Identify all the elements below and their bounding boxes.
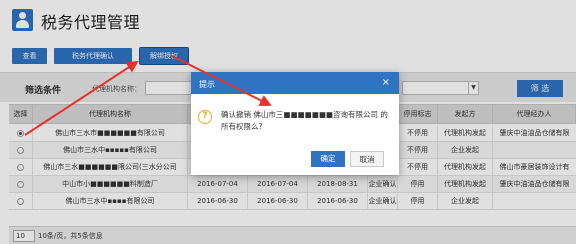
dialog-message: 确认撤销 佛山市三■■■■■■■咨询有限公司 的所有权限么?: [221, 110, 388, 131]
close-icon[interactable]: ×: [382, 77, 390, 88]
dialog-title: 提示: [199, 80, 215, 89]
dialog-header: 提示 ×: [191, 72, 399, 94]
question-icon: ?: [198, 110, 212, 124]
confirm-dialog: 提示 × ? 确认撤销 佛山市三■■■■■■■咨询有限公司 的所有权限么? 确定…: [191, 72, 399, 175]
cancel-button[interactable]: 取消: [350, 151, 384, 167]
confirm-button[interactable]: 确定: [311, 151, 345, 167]
